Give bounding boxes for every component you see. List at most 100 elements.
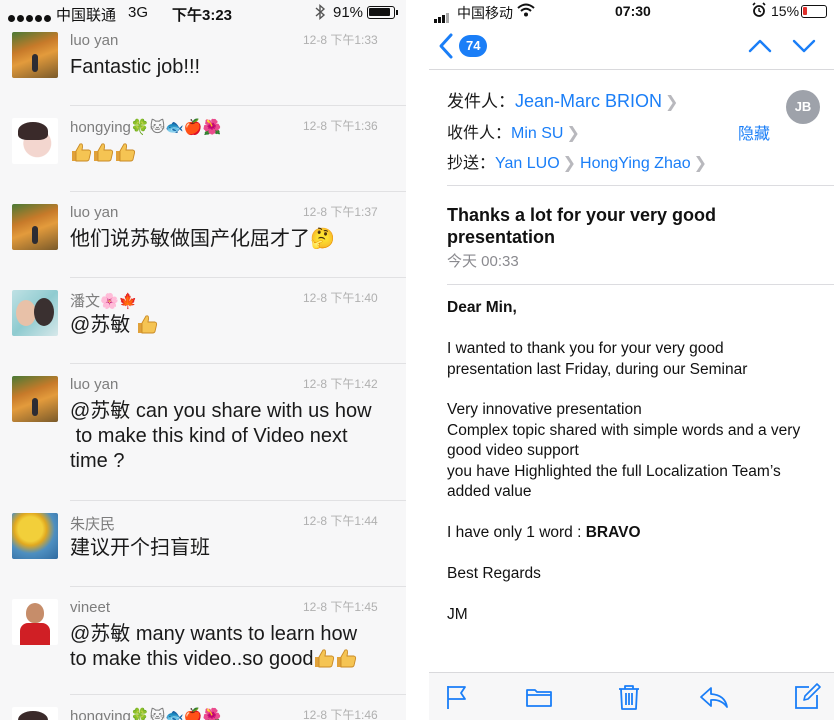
status-time: 07:30 (615, 3, 651, 19)
recipient-link[interactable]: Min SU (511, 125, 563, 142)
battery-icon (801, 5, 827, 18)
cc-link-yan-luo[interactable]: Yan LUO (495, 155, 560, 172)
folder-icon[interactable] (525, 683, 553, 711)
comment-divider (70, 105, 406, 106)
to-row: 收件人：Min SU ❯ (447, 119, 584, 143)
comment-author[interactable]: vineet (70, 599, 110, 616)
previous-message-icon[interactable] (747, 34, 773, 58)
hide-details-link[interactable]: 隐藏 (738, 120, 770, 144)
cc-link-hongying-zhao[interactable]: HongYing Zhao (580, 155, 691, 172)
comment-divider (70, 500, 406, 501)
reply-icon[interactable] (699, 683, 728, 711)
avatar[interactable] (12, 599, 58, 645)
mail-nav-bar: 74 (429, 24, 834, 70)
email-paragraph-2: Very innovative presentation Complex top… (447, 401, 801, 500)
avatar[interactable] (12, 118, 58, 164)
comment-author[interactable]: hongying🍀🐱🐟🍎🌺 (70, 707, 221, 720)
carrier-label: 中国移动 (457, 5, 513, 21)
comment-date: 12-8 下午1:42 (303, 377, 378, 391)
comment-date: 12-8 下午1:46 (303, 708, 378, 720)
email-subject: Thanks a lot for your very good presenta… (447, 205, 717, 247)
email-bravo-line: I have only 1 word : BRAVO (447, 523, 827, 544)
pane-gap (406, 0, 429, 720)
battery-percent: 91% (333, 4, 364, 21)
comment-author[interactable]: hongying🍀🐱🐟🍎🌺 (70, 118, 221, 136)
comment-text: @苏敏 (70, 313, 396, 338)
comment-date: 12-8 下午1:37 (303, 205, 378, 219)
comment-date: 12-8 下午1:36 (303, 119, 378, 133)
avatar[interactable] (12, 204, 58, 250)
comment-divider (70, 363, 406, 364)
comment-text-content: 他们说苏敏做国产化屈才了🤔 (70, 228, 335, 250)
alarm-icon (752, 2, 766, 21)
thumbs-up-group (136, 314, 158, 336)
chevron-right-icon: ❯ (566, 125, 580, 142)
bravo-word: BRAVO (585, 524, 641, 541)
status-time: 下午3:23 (172, 7, 233, 24)
compose-icon[interactable] (793, 683, 821, 711)
comment-divider (70, 191, 406, 192)
comment-divider (70, 694, 406, 695)
bravo-prefix: I have only 1 word : (447, 524, 586, 541)
comment-text: Fantastic job!!! (70, 55, 396, 80)
comment-author[interactable]: 潘文🌸🍁 (70, 290, 137, 311)
comment-divider (70, 586, 406, 587)
thumbs-up-group (70, 142, 136, 164)
next-message-icon[interactable] (791, 34, 817, 58)
thumbs-up-icon (337, 649, 357, 668)
comment-text: 他们说苏敏做国产化屈才了🤔 (70, 227, 396, 252)
avatar[interactable] (12, 290, 58, 336)
avatar[interactable] (12, 376, 58, 422)
bluetooth-icon (314, 3, 326, 25)
thumbs-up-icon (116, 143, 136, 162)
avatar[interactable] (12, 513, 58, 559)
comment-feed: 中国联通 3G 下午3:23 91% luo yan 12-8 下午1:33 Fan… (0, 0, 406, 720)
back-chevron-icon[interactable] (437, 32, 457, 60)
comment-divider (70, 277, 406, 278)
mail-view: 中国移动 07:30 15% 74 发件人：Jean-Marc BRION ❯ J… (429, 0, 834, 720)
thumbs-up-icon (94, 143, 114, 162)
mail-toolbar (429, 672, 834, 720)
email-regards: Best Regards (447, 565, 541, 582)
chevron-right-icon: ❯ (693, 155, 708, 172)
signal-bars-icon (434, 7, 450, 23)
to-label: 收件人： (447, 125, 512, 142)
thumbs-up-icon (72, 143, 92, 162)
comment-text-content: 建议开个扫盲班 (70, 537, 210, 559)
comment-text-content: @苏敏 can you share with us how to make th… (70, 400, 372, 472)
comment-date: 12-8 下午1:44 (303, 514, 378, 528)
sender-link[interactable]: Jean-Marc BRION (515, 91, 662, 111)
trash-icon[interactable] (615, 683, 643, 711)
comment-text: @苏敏 many wants to learn how to make this… (70, 622, 396, 672)
comment-author[interactable]: 朱庆民 (70, 513, 115, 534)
chevron-right-icon: ❯ (665, 94, 679, 111)
subject-divider (447, 284, 834, 285)
signal-dots-icon (8, 9, 53, 26)
from-label: 发件人： (447, 92, 515, 111)
right-status-bar: 中国移动 07:30 15% (429, 0, 834, 24)
comment-author[interactable]: luo yan (70, 32, 118, 49)
left-status-bar: 中国联通 3G 下午3:23 91% (0, 0, 406, 26)
chevron-right-icon: ❯ (562, 155, 577, 172)
comment-text-content: @苏敏 (70, 314, 136, 336)
comment-date: 12-8 下午1:33 (303, 33, 378, 47)
avatar[interactable] (12, 32, 58, 78)
cc-label: 抄送： (447, 155, 496, 172)
thumbs-up-icon (137, 315, 157, 334)
unread-count-badge[interactable]: 74 (459, 35, 488, 57)
thumbs-up-icon (315, 649, 335, 668)
comment-text: 建议开个扫盲班 (70, 536, 396, 561)
comment-date: 12-8 下午1:40 (303, 291, 378, 305)
comment-author[interactable]: luo yan (70, 376, 118, 393)
battery-percent: 15% (771, 3, 800, 19)
avatar[interactable] (12, 707, 58, 720)
carrier-label: 中国联通 (56, 7, 117, 24)
comment-text: @苏敏 can you share with us how to make th… (70, 399, 396, 474)
thumbs-up-group (313, 648, 357, 670)
email-paragraph-1: I wanted to thank you for your very good… (447, 340, 748, 378)
comment-date: 12-8 下午1:45 (303, 600, 378, 614)
wifi-icon (517, 2, 535, 21)
comment-author[interactable]: luo yan (70, 204, 118, 221)
flag-icon[interactable] (443, 683, 471, 711)
comment-text (70, 141, 396, 166)
